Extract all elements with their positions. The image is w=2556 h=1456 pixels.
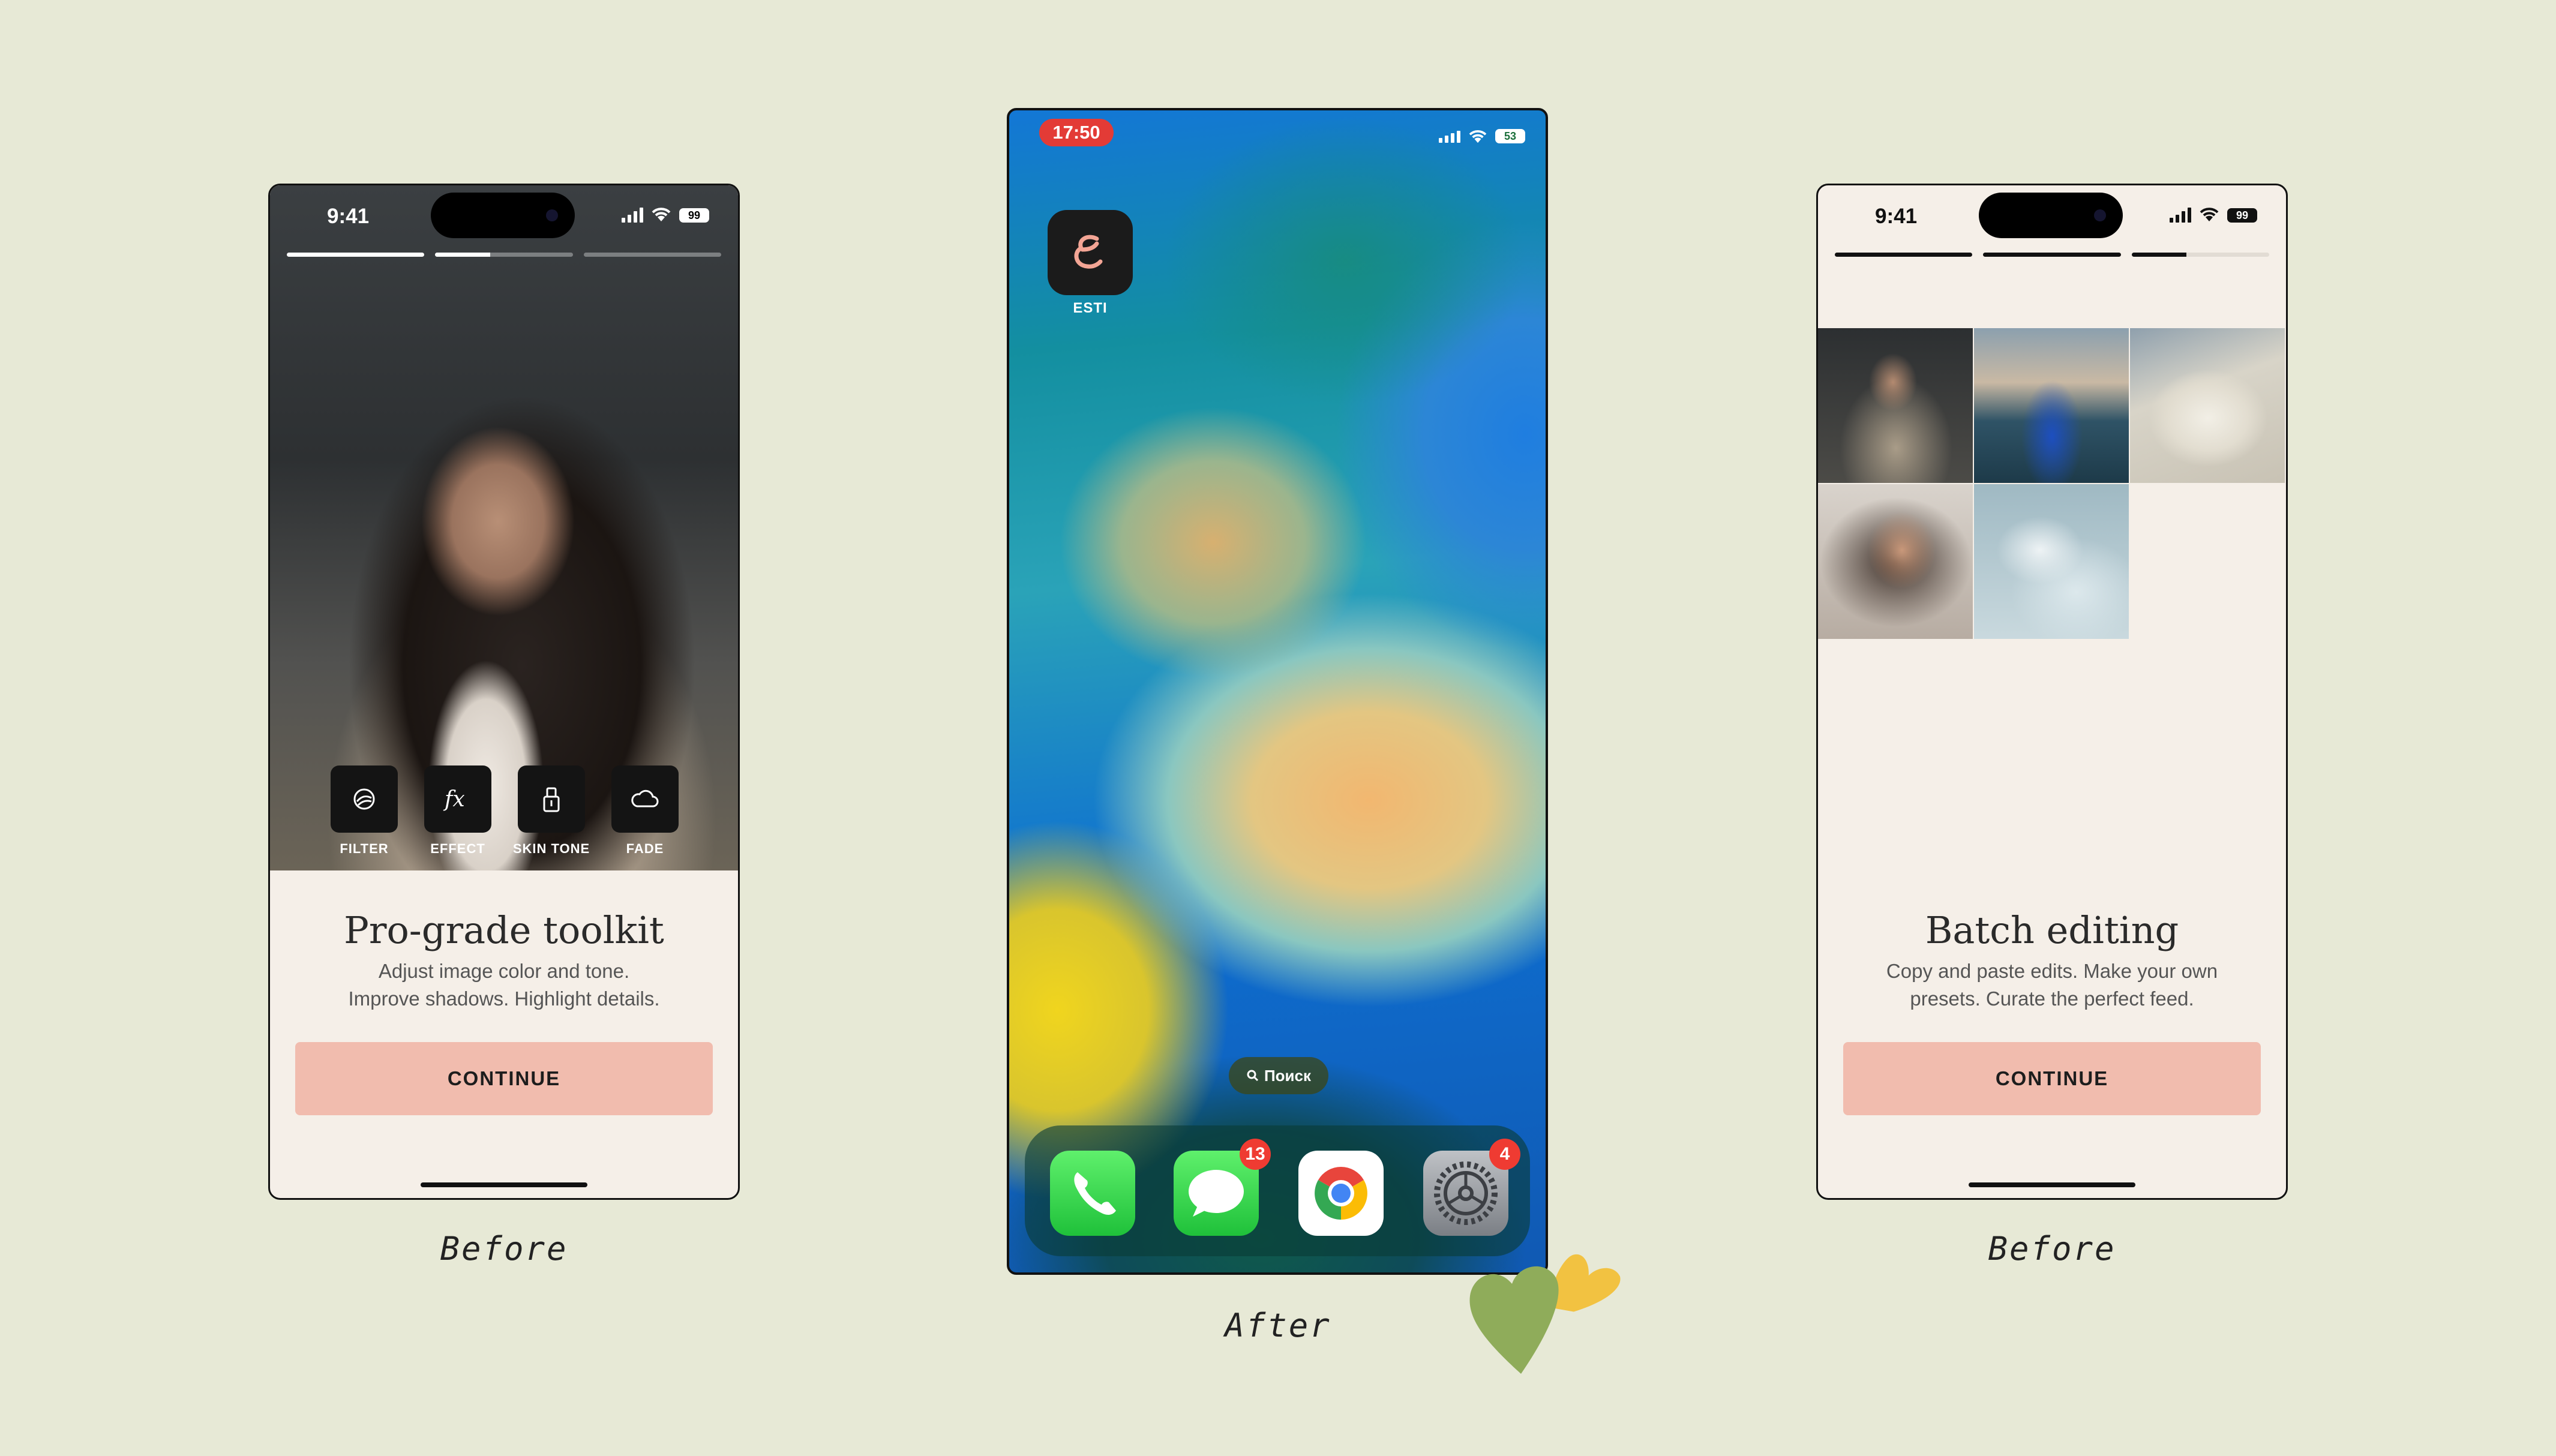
search-label: Поиск [1264, 1066, 1312, 1085]
tool-filter[interactable]: FILTER [330, 765, 398, 857]
chrome-app[interactable] [1298, 1151, 1384, 1236]
subtitle-line-2: presets. Curate the perfect feed. [1910, 987, 2194, 1010]
tool-skin-tone[interactable]: SKIN TONE [513, 765, 589, 857]
tool-fade-label: FADE [626, 841, 664, 856]
caption-before-left: Before [440, 1230, 568, 1268]
continue-button[interactable]: CONTINUE [1843, 1042, 2261, 1115]
wifi-icon [1469, 130, 1487, 143]
subtitle-line-1: Copy and paste edits. Make your own [1886, 960, 2218, 982]
status-time: 9:41 [1875, 205, 1918, 228]
onboarding-progress [1835, 253, 2269, 257]
dock: 13 4 [1025, 1125, 1530, 1256]
app-esti[interactable]: ESTI [1048, 210, 1133, 317]
status-bar: 9:41 99 [1818, 185, 2286, 251]
esti-logo-icon [1074, 235, 1103, 269]
photo-woman-blue-dress-sea[interactable] [1974, 328, 2129, 483]
onboarding-progress [287, 253, 721, 257]
green-heart-icon [1469, 1266, 1559, 1374]
photo-white-knit-sweater[interactable] [2130, 328, 2285, 483]
tool-effect-label: EFFECT [430, 841, 485, 856]
continue-button[interactable]: CONTINUE [295, 1042, 713, 1115]
photo-woman-selfie[interactable] [1818, 484, 1973, 639]
hearts-decoration [1469, 1254, 1621, 1374]
progress-segment-2 [1983, 253, 2121, 257]
progress-segment-1 [1835, 253, 1973, 257]
settings-badge: 4 [1489, 1139, 1520, 1170]
chrome-icon [1315, 1167, 1367, 1220]
caption-after: After [1225, 1307, 1331, 1344]
wifi-icon [2200, 208, 2219, 221]
wifi-icon [652, 208, 671, 221]
phone-home-screen: 17:50 53 ESTI Поиск 13 4 [1007, 108, 1548, 1275]
battery-icon: 99 [2227, 208, 2257, 223]
status-icons: 53 [1439, 128, 1525, 144]
messages-app[interactable]: 13 [1174, 1139, 1271, 1236]
search-button[interactable]: Поиск [1229, 1057, 1328, 1094]
phone-right-onboarding: 9:41 99 Batch editing Copy and paste edi… [1816, 184, 2288, 1200]
page-subtitle: Copy and paste edits. Make your own pres… [1842, 957, 2262, 1013]
phone-app[interactable] [1050, 1151, 1135, 1236]
tool-effect[interactable]: fx EFFECT [424, 765, 492, 857]
search-icon [1247, 1070, 1259, 1082]
home-indicator [1969, 1182, 2135, 1187]
progress-segment-2 [435, 253, 491, 257]
battery-icon: 53 [1495, 129, 1525, 143]
messages-badge: 13 [1240, 1139, 1271, 1170]
signal-icon [2170, 207, 2191, 223]
status-time: 9:41 [327, 205, 370, 228]
status-bar: 9:41 99 [270, 185, 738, 251]
tool-filter-label: FILTER [340, 841, 389, 856]
svg-text:fx: fx [443, 787, 465, 812]
skin-tone-icon [543, 787, 560, 812]
progress-segment-3 [2131, 253, 2187, 257]
dynamic-island [431, 193, 575, 238]
signal-icon [1439, 130, 1460, 143]
effect-fx-icon: fx [443, 787, 465, 812]
toolbar: FILTER fx EFFECT SKIN TONE FADE [330, 765, 679, 857]
filter-icon [353, 788, 375, 810]
app-esti-label: ESTI [1073, 300, 1108, 316]
signal-icon [622, 207, 643, 223]
photo-woman-trench-coat[interactable] [1818, 328, 1973, 483]
status-time-pill: 17:50 [1039, 119, 1114, 146]
phone-left-onboarding: 9:41 99 FILTER fx EFFECT SKIN TONE FADE … [268, 184, 740, 1200]
fade-cloud-icon [631, 789, 659, 807]
dynamic-island [1979, 193, 2123, 238]
page-title: Batch editing [1925, 908, 2179, 952]
progress-segment-1 [287, 253, 425, 257]
subtitle-line-1: Adjust image color and tone. [378, 960, 630, 982]
page-subtitle: Adjust image color and tone. Improve sha… [294, 957, 714, 1013]
battery-icon: 99 [679, 208, 709, 223]
home-indicator [421, 1182, 587, 1187]
caption-before-right: Before [1988, 1230, 2116, 1268]
tool-fade[interactable]: FADE [611, 765, 679, 857]
page-title: Pro-grade toolkit [344, 908, 664, 952]
tool-skin-tone-label: SKIN TONE [512, 841, 590, 856]
photo-hand-in-water[interactable] [1974, 484, 2129, 639]
phone-icon [1074, 1172, 1116, 1215]
subtitle-line-2: Improve shadows. Highlight details. [348, 987, 660, 1010]
